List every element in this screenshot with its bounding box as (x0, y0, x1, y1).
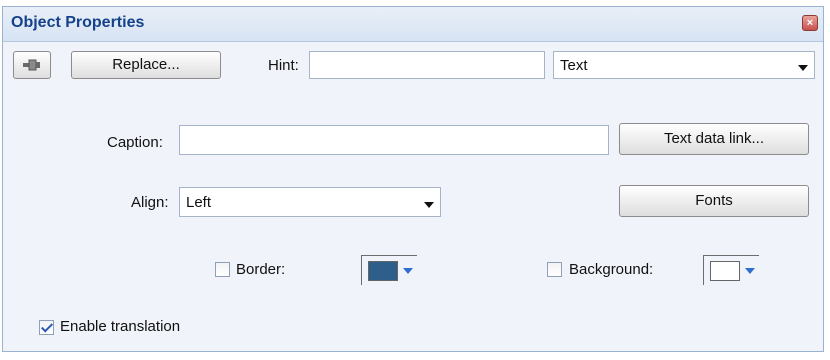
background-checkbox[interactable] (547, 262, 562, 277)
background-label: Background: (569, 261, 654, 278)
close-icon[interactable]: × (802, 15, 818, 31)
border-color-picker[interactable] (361, 255, 417, 285)
caption-input[interactable] (179, 125, 609, 155)
align-select[interactable]: Left (179, 187, 441, 217)
fonts-button[interactable]: Fonts (619, 185, 809, 217)
title-bar: Object Properties × (3, 7, 823, 42)
chevron-down-icon (745, 268, 755, 274)
border-checkbox[interactable] (215, 262, 230, 277)
enable-translation-checkbox[interactable] (39, 320, 54, 335)
pin-icon (23, 59, 40, 71)
fonts-button-label: Fonts (695, 192, 733, 209)
text-data-link-label: Text data link... (663, 130, 765, 147)
replace-button-label: Replace... (112, 56, 180, 73)
hint-input[interactable] (309, 51, 545, 79)
enable-translation-label: Enable translation (60, 318, 181, 335)
type-select-value: Text (560, 57, 588, 74)
text-data-link-button[interactable]: Text data link... (619, 123, 809, 155)
caption-label: Caption: (107, 134, 163, 151)
border-color-swatch (368, 261, 398, 281)
align-select-value: Left (186, 194, 212, 211)
replace-button[interactable]: Replace... (71, 51, 221, 79)
align-label: Align: (131, 194, 169, 211)
object-properties-window: Object Properties × Replace... Hint: Tex… (2, 6, 824, 352)
chevron-down-icon (424, 202, 434, 208)
window-title: Object Properties (11, 14, 145, 31)
pin-button[interactable] (13, 51, 51, 79)
border-label: Border: (236, 261, 286, 278)
chevron-down-icon (403, 268, 413, 274)
background-color-swatch (710, 261, 740, 281)
background-color-picker[interactable] (703, 255, 759, 285)
hint-label: Hint: (268, 57, 299, 74)
chevron-down-icon (798, 65, 808, 71)
type-select[interactable]: Text (553, 51, 815, 79)
